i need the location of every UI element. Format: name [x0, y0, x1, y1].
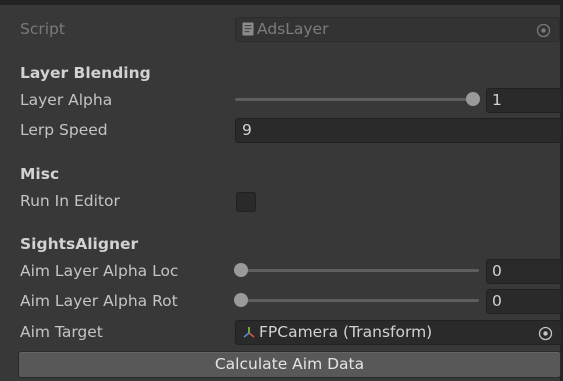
top-border: [0, 0, 563, 5]
layer-alpha-slider-track[interactable]: [235, 98, 477, 101]
lerp-speed-input[interactable]: 9: [235, 118, 562, 143]
run-in-editor-label: Run In Editor: [20, 192, 120, 210]
run-in-editor-row: Run In Editor: [0, 186, 560, 216]
lerp-speed-label: Lerp Speed: [20, 121, 108, 139]
calculate-aim-data-button[interactable]: Calculate Aim Data: [18, 351, 561, 378]
script-value: AdsLayer: [257, 20, 329, 38]
inspector-panel: Script AdsLayer Layer Blending Layer Alp…: [0, 0, 563, 381]
object-picker-icon[interactable]: [536, 22, 551, 38]
aim-target-value: FPCamera (Transform): [259, 323, 433, 341]
aim-target-row: Aim Target FPCamera (Transform): [0, 317, 562, 347]
aim-target-label: Aim Target: [20, 323, 103, 341]
misc-header: Misc: [20, 165, 60, 183]
transform-axes-icon: [242, 323, 256, 344]
aim-layer-alpha-rot-slider-thumb[interactable]: [234, 293, 248, 307]
aim-layer-alpha-loc-slider-thumb[interactable]: [234, 263, 248, 277]
aim-layer-alpha-loc-input[interactable]: 0: [486, 259, 562, 284]
aim-layer-alpha-rot-row: Aim Layer Alpha Rot 0: [0, 286, 562, 316]
aim-target-field[interactable]: FPCamera (Transform): [235, 320, 562, 345]
script-file-icon: [242, 20, 254, 41]
aim-layer-alpha-rot-label: Aim Layer Alpha Rot: [20, 292, 178, 310]
aim-layer-alpha-rot-slider-track[interactable]: [235, 299, 479, 302]
lerp-speed-row: Lerp Speed 9: [0, 115, 562, 145]
aim-target-picker-icon[interactable]: [538, 325, 553, 341]
layer-alpha-label: Layer Alpha: [20, 91, 113, 109]
aim-layer-alpha-loc-row: Aim Layer Alpha Loc 0: [0, 256, 562, 286]
run-in-editor-checkbox[interactable]: [236, 192, 256, 212]
script-row: Script AdsLayer: [0, 14, 560, 44]
aim-layer-alpha-loc-label: Aim Layer Alpha Loc: [20, 262, 179, 280]
sights-aligner-header: SightsAligner: [20, 235, 139, 253]
layer-blending-header: Layer Blending: [20, 64, 151, 82]
aim-layer-alpha-rot-input[interactable]: 0: [486, 289, 562, 314]
aim-layer-alpha-loc-slider-track[interactable]: [235, 269, 479, 272]
layer-alpha-input[interactable]: 1: [486, 88, 562, 113]
layer-alpha-slider-thumb[interactable]: [466, 92, 480, 106]
script-field[interactable]: AdsLayer: [235, 17, 560, 42]
layer-alpha-row: Layer Alpha 1: [0, 85, 562, 115]
script-label: Script: [20, 20, 65, 38]
